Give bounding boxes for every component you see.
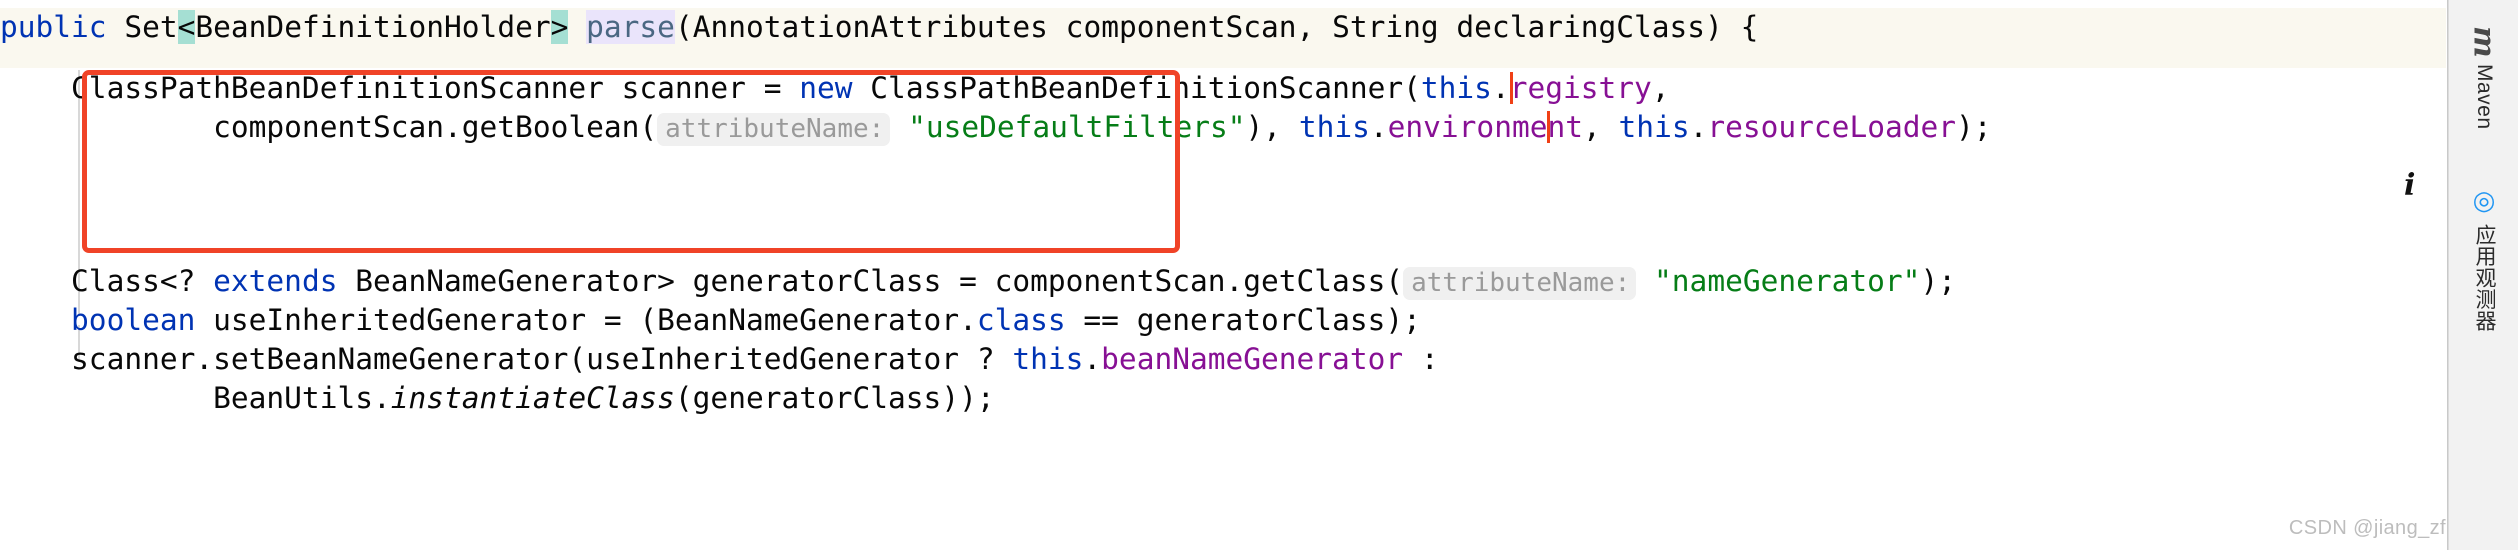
code-token: ), <box>1245 110 1299 144</box>
screenshot-root: public Set<BeanDefinitionHolder> parse(A… <box>0 0 2518 550</box>
tool-window-bar: m Maven ◎ 应用观测器 <box>2448 0 2518 550</box>
code-line[interactable]: BeanUtils.instantiateClass(generatorClas… <box>0 379 2446 418</box>
code-token: Class<? <box>0 264 214 298</box>
code-token: ClassPathBeanDefinitionScanner( <box>852 71 1421 105</box>
code-token: . <box>1689 110 1708 144</box>
code-token: ); <box>1956 110 1992 144</box>
app-observer-icon: ◎ <box>2469 186 2499 216</box>
code-token: (AnnotationAttributes componentScan, Str… <box>674 10 1759 44</box>
code-line[interactable]: Class<? extends BeanNameGenerator> gener… <box>0 262 2446 301</box>
gutter-info-icon[interactable]: i <box>2404 168 2415 203</box>
code-line[interactable]: boolean useInheritedGenerator = (BeanNam… <box>0 301 2446 340</box>
code-token: BeanDefinitionHolder <box>195 10 551 44</box>
watermark-text: CSDN @jiang_zf <box>2288 517 2446 539</box>
code-token: extends <box>213 264 338 298</box>
maven-m-icon: m <box>2466 26 2502 58</box>
inlay-parameter-hint: attributeName: <box>657 113 891 146</box>
tool-window-label: 应用观测器 <box>2473 224 2496 332</box>
code-token: (generatorClass)); <box>674 381 995 415</box>
code-token: ClassPathBeanDefinitionScanner scanner = <box>0 71 800 105</box>
code-token: "useDefaultFilters" <box>908 110 1246 144</box>
tool-window-label: Maven <box>2473 63 2496 130</box>
inlay-parameter-hint: attributeName: <box>1403 267 1637 300</box>
code-token: class <box>976 303 1066 337</box>
code-token: == generatorClass); <box>1065 303 1421 337</box>
code-token: , <box>1651 71 1670 105</box>
code-token: . <box>1491 71 1510 105</box>
tool-window-button-maven[interactable]: m Maven <box>2449 26 2518 129</box>
code-token: scanner.setBeanNameGenerator(useInherite… <box>0 342 1013 376</box>
code-token: < <box>177 10 196 44</box>
code-token: BeanUtils. <box>0 381 391 415</box>
code-token: this <box>1012 342 1084 376</box>
code-token: ); <box>1920 264 1956 298</box>
code-line[interactable]: ClassPathBeanDefinitionScanner scanner =… <box>0 69 2446 108</box>
code-token: beanNameGenerator <box>1101 342 1404 376</box>
code-token: parse <box>586 10 675 44</box>
code-token: nt <box>1547 110 1584 144</box>
code-token: . <box>1369 110 1388 144</box>
code-token: "nameGenerator" <box>1654 264 1921 298</box>
code-line[interactable]: public Set<BeanDefinitionHolder> parse(A… <box>0 8 2446 47</box>
code-token: instantiateClass <box>390 381 675 415</box>
code-token: new <box>799 71 853 105</box>
code-token: resourceLoader <box>1707 110 1957 144</box>
code-token: , <box>1583 110 1619 144</box>
code-token: : <box>1403 342 1439 376</box>
code-token: > <box>550 10 569 44</box>
code-editor[interactable]: public Set<BeanDefinitionHolder> parse(A… <box>0 0 2446 550</box>
code-token: environme <box>1387 110 1548 144</box>
code-token: this <box>1298 110 1370 144</box>
editor-scrollbar[interactable] <box>2424 0 2442 550</box>
code-token: . <box>1083 342 1102 376</box>
code-line[interactable]: componentScan.getBoolean(attributeName: … <box>0 108 2446 147</box>
code-token: useInheritedGenerator = (BeanNameGenerat… <box>195 303 977 337</box>
code-token: this <box>1618 110 1690 144</box>
code-token: boolean <box>71 303 196 337</box>
code-token: BeanNameGenerator> generatorClass = comp… <box>337 264 1404 298</box>
code-line[interactable]: scanner.setBeanNameGenerator(useInherite… <box>0 340 2446 379</box>
code-token: this <box>1420 71 1492 105</box>
code-token: Set <box>106 10 178 44</box>
code-token: componentScan.getBoolean( <box>0 110 658 144</box>
tool-window-button-app-observer[interactable]: ◎ 应用观测器 <box>2449 186 2518 332</box>
code-token: public <box>0 10 107 44</box>
code-token: registry <box>1509 71 1652 105</box>
